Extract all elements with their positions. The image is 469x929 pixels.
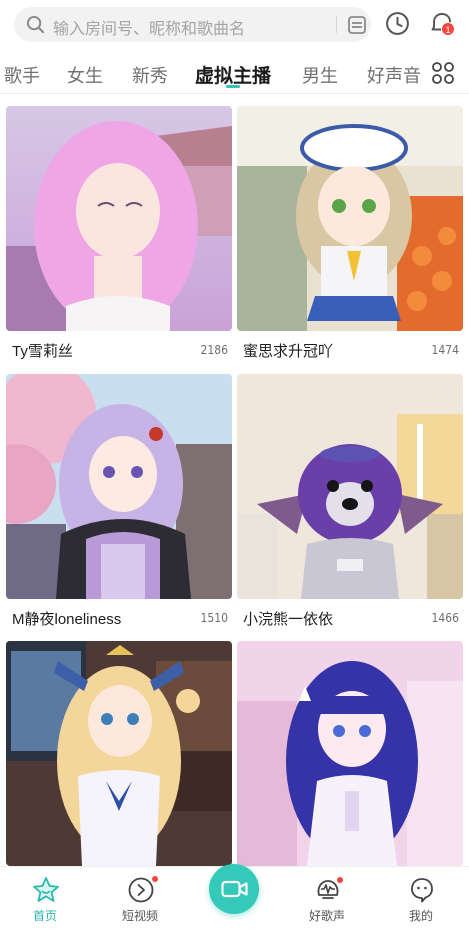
- room-thumbnail: [237, 106, 463, 331]
- nav-good-voice-label: 好歌声: [308, 909, 345, 923]
- room-name: M静夜loneliness: [12, 611, 122, 628]
- app-screen: 输入房间号、昵称和歌曲名 1 歌手 女生 新秀 虚拟主播 男生 好声音 Ty雪莉…: [0, 0, 469, 929]
- tab-virtual-anchor[interactable]: 虚拟主播: [195, 61, 271, 88]
- room-viewer-count: 1474: [431, 343, 459, 357]
- nav-short-video-label: 短视频: [121, 909, 158, 923]
- camera-icon: [221, 880, 248, 898]
- room-card[interactable]: M静夜loneliness 1510: [6, 374, 232, 636]
- tab-male[interactable]: 男生: [302, 62, 338, 88]
- room-thumbnail: [6, 106, 232, 331]
- scan-icon[interactable]: [347, 15, 367, 35]
- nav-short-video[interactable]: 短视频: [110, 867, 170, 929]
- room-card[interactable]: 蜜思求升冠吖 1474: [237, 106, 463, 368]
- top-bar: 输入房间号、昵称和歌曲名 1: [0, 0, 469, 50]
- message-badge: 1: [441, 22, 455, 36]
- room-name: 小浣熊一依依: [243, 611, 334, 628]
- nav-home-label: 首页: [32, 909, 57, 923]
- tab-good-voice[interactable]: 好声音: [367, 62, 421, 88]
- room-card[interactable]: [237, 641, 463, 903]
- history-clock-icon[interactable]: [385, 11, 410, 36]
- start-live-button[interactable]: [209, 864, 259, 914]
- short-video-icon: [128, 877, 154, 903]
- tab-female[interactable]: 女生: [67, 62, 103, 88]
- search-icon: [26, 15, 45, 34]
- room-thumbnail: [237, 641, 463, 866]
- nav-home[interactable]: 首页: [15, 867, 75, 929]
- category-tabs: 歌手 女生 新秀 虚拟主播 男生 好声音: [0, 54, 469, 94]
- room-name: 蜜思求升冠吖: [243, 343, 334, 360]
- room-viewer-count: 2186: [200, 343, 228, 357]
- tab-newcomer[interactable]: 新秀: [132, 62, 168, 88]
- good-voice-dot: [337, 877, 343, 883]
- nav-profile[interactable]: 我的: [391, 867, 451, 929]
- room-card[interactable]: Ty雪莉丝 2186: [6, 106, 232, 368]
- active-tab-indicator: [226, 85, 240, 88]
- nav-profile-label: 我的: [408, 909, 433, 923]
- room-card[interactable]: [6, 641, 232, 903]
- tab-singer[interactable]: 歌手: [4, 62, 40, 88]
- all-categories-grid-icon[interactable]: [431, 61, 455, 85]
- home-star-icon: [33, 877, 59, 902]
- profile-icon: [411, 878, 433, 903]
- room-viewer-count: 1466: [431, 611, 459, 625]
- room-card[interactable]: 小浣熊一依依 1466: [237, 374, 463, 636]
- room-name: Ty雪莉丝: [12, 343, 73, 360]
- search-divider: [336, 16, 337, 33]
- room-thumbnail: [6, 641, 232, 866]
- message-button[interactable]: 1: [429, 11, 455, 37]
- search-placeholder: 输入房间号、昵称和歌曲名: [53, 21, 246, 38]
- room-thumbnail: [6, 374, 232, 599]
- room-viewer-count: 1510: [200, 611, 228, 625]
- short-video-dot: [152, 876, 158, 882]
- room-thumbnail: [237, 374, 463, 599]
- search-bar[interactable]: 输入房间号、昵称和歌曲名: [14, 7, 371, 42]
- nav-good-voice[interactable]: 好歌声: [297, 867, 357, 929]
